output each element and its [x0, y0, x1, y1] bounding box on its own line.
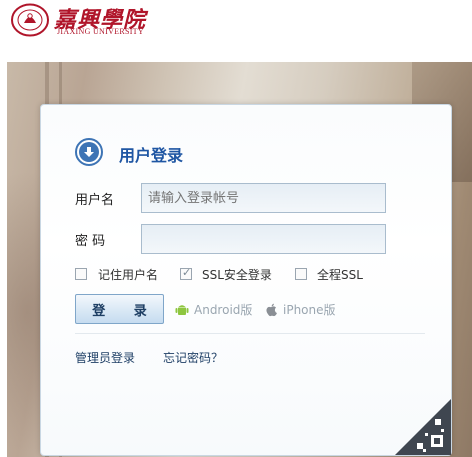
forgot-password-link[interactable]: 忘记密码？ [163, 349, 223, 366]
university-seal-logo [11, 3, 49, 37]
divider [75, 333, 425, 334]
android-app-link[interactable]: Android版 [175, 301, 252, 318]
admin-login-link[interactable]: 管理员登录 [75, 349, 135, 366]
full-ssl-label: 全程SSL [317, 268, 363, 282]
qr-code-icon[interactable] [395, 399, 451, 455]
login-button[interactable]: 登 录 [75, 294, 164, 324]
ssl-login-checkbox[interactable] [180, 266, 192, 280]
university-name-en: JIAXING UNIVERSITY [57, 27, 144, 36]
remember-username-checkbox[interactable] [75, 268, 87, 280]
full-ssl-checkbox[interactable] [295, 268, 307, 280]
username-label: 用户名 [75, 193, 115, 208]
password-label: 密 码 [75, 234, 106, 249]
password-input[interactable] [141, 224, 386, 254]
android-icon [175, 304, 189, 315]
panel-title: 用户登录 [119, 146, 184, 165]
iphone-app-link[interactable]: iPhone版 [265, 301, 336, 318]
username-input[interactable] [141, 183, 386, 213]
remember-username-label: 记住用户名 [98, 268, 159, 282]
ssl-login-label: SSL安全登录 [202, 268, 272, 282]
android-label: Android版 [194, 303, 253, 317]
login-panel: 用户登录 用户名 密 码 记住用户名 SSL安全登录 全程SSL 登 录 And… [40, 104, 452, 456]
down-arrow-circle-icon [75, 138, 103, 166]
iphone-label: iPhone版 [283, 303, 336, 317]
site-header: 嘉興學院 JIAXING UNIVERSITY [0, 0, 472, 62]
apple-icon [266, 303, 277, 316]
